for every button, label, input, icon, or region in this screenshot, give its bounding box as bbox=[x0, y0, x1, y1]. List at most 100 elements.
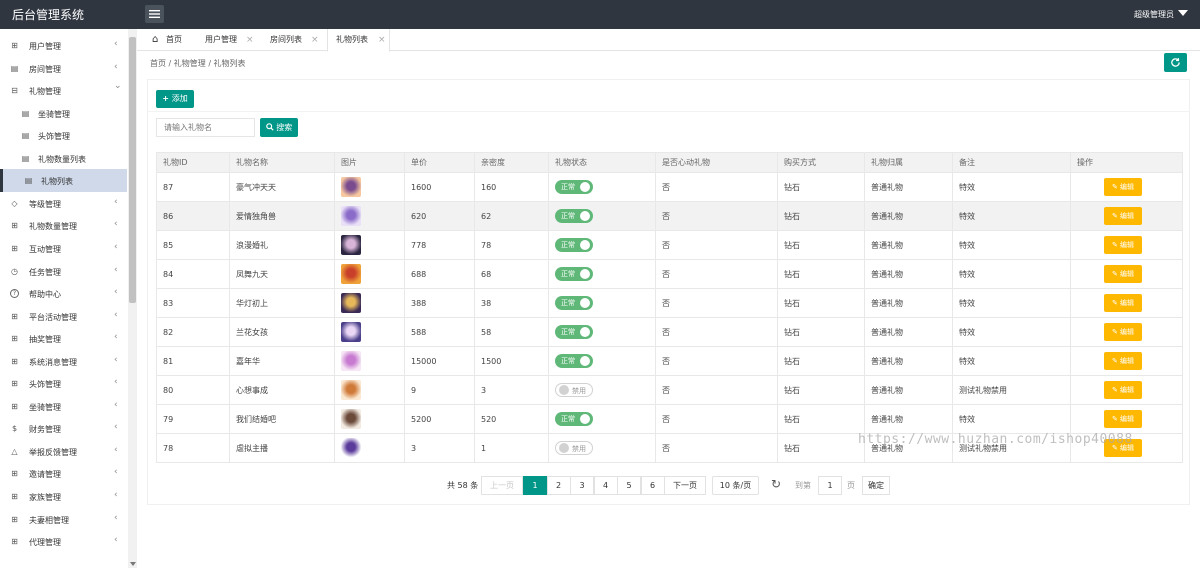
status-toggle[interactable]: 正常 bbox=[555, 412, 593, 426]
sidebar-item[interactable]: ⊞ 抽奖管理 ‹ bbox=[0, 327, 127, 350]
sidebar-item[interactable]: ⊞ 坐骑管理 ‹ bbox=[0, 395, 127, 418]
edit-button[interactable]: ✎ 编辑 bbox=[1104, 352, 1142, 370]
edit-button[interactable]: ✎ 编辑 bbox=[1104, 381, 1142, 399]
status-toggle[interactable]: 禁用 bbox=[555, 383, 593, 397]
edit-button[interactable]: ✎ 编辑 bbox=[1104, 207, 1142, 225]
status-toggle[interactable]: 正常 bbox=[555, 325, 593, 339]
gift-image-cell bbox=[334, 259, 405, 289]
sidebar-item[interactable]: ⊞ 头饰管理 ‹ bbox=[0, 372, 127, 395]
scrollbar-thumb[interactable] bbox=[129, 37, 136, 303]
edit-button[interactable]: ✎ 编辑 bbox=[1104, 178, 1142, 196]
table-row[interactable]: 82 兰花女孩 588 58 正常 否钻石 普通礼物 特效 ✎ 编辑 bbox=[156, 317, 1183, 347]
page-button[interactable]: 2 bbox=[546, 476, 571, 495]
goto-page-input[interactable]: 1 bbox=[818, 476, 842, 495]
edit-button[interactable]: ✎ 编辑 bbox=[1104, 410, 1142, 428]
table-row[interactable]: 85 浪漫婚礼 778 78 正常 否钻石 普通礼物 特效 ✎ 编辑 bbox=[156, 230, 1183, 260]
status-toggle[interactable]: 禁用 bbox=[555, 441, 593, 455]
chevron-left-icon: ‹ bbox=[114, 196, 118, 207]
edit-button[interactable]: ✎ 编辑 bbox=[1104, 323, 1142, 341]
page-button[interactable]: 6 bbox=[640, 476, 665, 495]
status-toggle[interactable]: 正常 bbox=[555, 209, 593, 223]
edit-button[interactable]: ✎ 编辑 bbox=[1104, 294, 1142, 312]
sidebar-item[interactable]: ⊞ 互动管理 ‹ bbox=[0, 237, 127, 260]
search-button[interactable]: 搜索 bbox=[260, 118, 298, 137]
sidebar-item-label: 夫妻相管理 bbox=[29, 515, 69, 525]
next-page-button[interactable]: 下一页 bbox=[664, 476, 706, 495]
edit-button[interactable]: ✎ 编辑 bbox=[1104, 236, 1142, 254]
sidebar-item-label: 等级管理 bbox=[29, 199, 61, 209]
caret-down-icon[interactable] bbox=[1178, 10, 1188, 16]
table-row[interactable]: 84 凤舞九天 688 68 正常 否钻石 普通礼物 特效 ✎ 编辑 bbox=[156, 259, 1183, 289]
tab[interactable]: ⌂ 首页 bbox=[145, 29, 195, 51]
close-icon[interactable]: × bbox=[378, 29, 386, 51]
status-toggle[interactable]: 正常 bbox=[555, 238, 593, 252]
table-row[interactable]: 83 华灯初上 388 38 正常 否钻石 普通礼物 特效 ✎ 编辑 bbox=[156, 288, 1183, 318]
close-icon[interactable]: × bbox=[246, 29, 254, 51]
gift-name-cell: 虐拟主播 bbox=[229, 433, 335, 463]
intimacy-cell: 58 bbox=[474, 317, 549, 347]
heart-gift-cell: 否 bbox=[655, 375, 778, 405]
gift-id-cell: 84 bbox=[156, 259, 230, 289]
page-button[interactable]: 1 bbox=[523, 476, 547, 495]
refresh-button[interactable] bbox=[1164, 53, 1187, 72]
sidebar-item[interactable]: ⊞ 代理管理 ‹ bbox=[0, 530, 127, 553]
table-row[interactable]: 79 我们结婚吧 5200 520 正常 否钻石 普通礼物 特效 ✎ 编辑 bbox=[156, 404, 1183, 434]
intimacy-cell: 1500 bbox=[474, 346, 549, 376]
goto-confirm-button[interactable]: 确定 bbox=[862, 476, 890, 495]
user-menu[interactable]: 超级管理员 bbox=[1134, 9, 1174, 20]
tab-bar: ⌂ 首页 用户管理 × 房间列表 × 礼物列表 × bbox=[137, 29, 1200, 52]
status-toggle[interactable]: 正常 bbox=[555, 354, 593, 368]
page-button[interactable]: 4 bbox=[593, 476, 618, 495]
status-toggle[interactable]: 正常 bbox=[555, 296, 593, 310]
table-row[interactable]: 87 豪气冲天天 1600 160 正常 否钻石 普通礼物 特效 ✎ 编辑 bbox=[156, 172, 1183, 202]
sidebar-item[interactable]: ▤ 坐骑管理 bbox=[0, 102, 127, 125]
sidebar-item[interactable]: ⊞ 系统消息管理 ‹ bbox=[0, 350, 127, 373]
prev-page-button[interactable]: 上一页 bbox=[481, 476, 523, 495]
actions-cell: ✎ 编辑 bbox=[1070, 317, 1183, 347]
search-input[interactable] bbox=[156, 118, 255, 137]
gift-thumbnail bbox=[341, 177, 361, 197]
gift-image-cell bbox=[334, 404, 405, 434]
sidebar-item[interactable]: ⊞ 礼物数量管理 ‹ bbox=[0, 214, 127, 237]
heart-gift-cell: 否 bbox=[655, 317, 778, 347]
sidebar-item[interactable]: ? 帮助中心 ‹ bbox=[0, 282, 127, 305]
status-toggle[interactable]: 正常 bbox=[555, 180, 593, 194]
sidebar-item[interactable]: ⊞ 邀请管理 ‹ bbox=[0, 462, 127, 485]
reload-icon[interactable]: ↻ bbox=[771, 476, 781, 495]
status-toggle[interactable]: 正常 bbox=[555, 267, 593, 281]
tab[interactable]: 房间列表 × bbox=[262, 29, 324, 51]
purchase-method-cell: 钻石 bbox=[777, 230, 865, 260]
page-size-select[interactable]: 10 条/页 bbox=[712, 476, 759, 495]
sidebar-item[interactable]: ◇ 等级管理 ‹ bbox=[0, 192, 127, 215]
sidebar-item[interactable]: ⊟ 礼物管理 ⌄ bbox=[0, 79, 127, 102]
column-header: 单价 bbox=[404, 152, 475, 173]
edit-button-label: 编辑 bbox=[1120, 241, 1135, 249]
sidebar-item[interactable]: ⊞ 用户管理 ‹ bbox=[0, 34, 127, 57]
sidebar-item[interactable]: ◷ 任务管理 ‹ bbox=[0, 260, 127, 283]
table-row[interactable]: 81 嘉年华 15000 1500 正常 否钻石 普通礼物 特效 ✎ 编辑 bbox=[156, 346, 1183, 376]
add-button[interactable]: + 添加 bbox=[156, 90, 194, 108]
sidebar-item[interactable]: ▤ 头饰管理 bbox=[0, 124, 127, 147]
edit-button[interactable]: ✎ 编辑 bbox=[1104, 265, 1142, 283]
edit-button-label: 编辑 bbox=[1120, 328, 1135, 336]
sidebar-item[interactable]: $ 财务管理 ‹ bbox=[0, 417, 127, 440]
tab[interactable]: 用户管理 × bbox=[197, 29, 259, 51]
table-header-row: 礼物ID 礼物名称 图片 单价 亲密度 礼物状态 是否心动礼物 购买方式 礼物归属 备注 操作 bbox=[156, 152, 1183, 173]
plus-icon: + bbox=[162, 94, 172, 103]
sidebar-scrollbar[interactable] bbox=[128, 29, 137, 568]
page-button[interactable]: 3 bbox=[570, 476, 594, 495]
tab[interactable]: 礼物列表 × bbox=[327, 29, 390, 52]
page-button[interactable]: 5 bbox=[617, 476, 641, 495]
sidebar-item[interactable]: ⊞ 家族管理 ‹ bbox=[0, 485, 127, 508]
sidebar-item[interactable]: ▤ 房间管理 ‹ bbox=[0, 57, 127, 80]
table-row[interactable]: 86 爱情独角兽 620 62 正常 否钻石 普通礼物 特效 ✎ 编辑 bbox=[156, 201, 1183, 231]
sidebar-item[interactable]: ▤ 礼物数量列表 bbox=[0, 147, 127, 170]
sidebar-item[interactable]: △ 举报反馈管理 ‹ bbox=[0, 440, 127, 463]
table-row[interactable]: 80 心想事成 9 3 禁用 否钻石 普通礼物 测试礼物禁用 ✎ 编辑 bbox=[156, 375, 1183, 405]
sidebar-item[interactable]: ⊞ 平台活动管理 ‹ bbox=[0, 305, 127, 328]
menu-toggle-button[interactable] bbox=[145, 5, 164, 23]
sidebar-item[interactable]: ▤ 礼物列表 bbox=[0, 169, 127, 193]
sidebar-item[interactable]: ⊞ 夫妻相管理 ‹ bbox=[0, 508, 127, 531]
scroll-down-arrow-icon[interactable] bbox=[130, 562, 136, 566]
close-icon[interactable]: × bbox=[311, 29, 319, 51]
